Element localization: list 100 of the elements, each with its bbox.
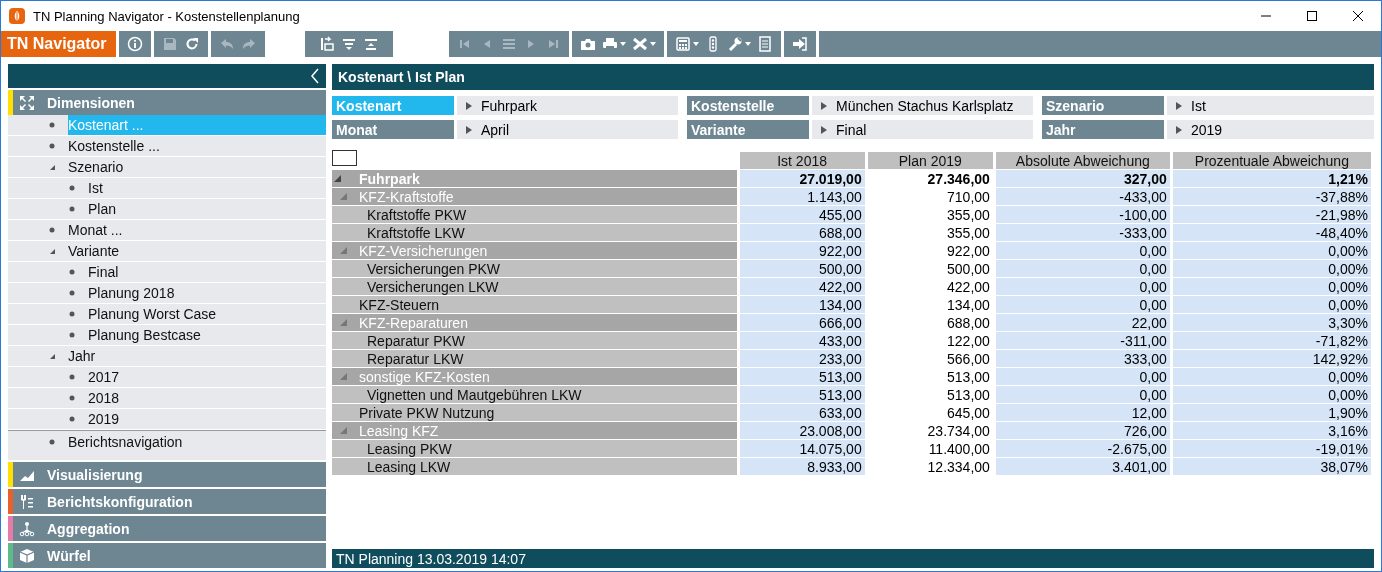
info-icon [126, 36, 143, 52]
row-header[interactable]: Private PKW Nutzung [332, 404, 737, 421]
table-cell: -311,00 [995, 332, 1170, 349]
row-header[interactable]: Leasing LKW [332, 458, 737, 475]
column-header[interactable]: Prozentuale Abweichung [1172, 152, 1371, 169]
document-icon [756, 36, 773, 52]
row-header[interactable]: Vignetten und Mautgebühren LKW [332, 386, 737, 403]
status-bar: TN Planning 13.03.2019 14:07 [332, 549, 1374, 568]
expanded-triangle-icon[interactable] [48, 352, 56, 360]
section-header[interactable]: Dimensionen [8, 90, 326, 115]
filter-label[interactable]: Variante [687, 120, 809, 139]
tree-item[interactable]: 2018 [88, 388, 326, 408]
table-cell: 726,00 [995, 422, 1170, 439]
bullet-icon [48, 142, 56, 150]
expanded-triangle-icon[interactable] [48, 247, 56, 255]
table-cell: 22,00 [995, 314, 1170, 331]
maximize-icon[interactable] [1306, 10, 1318, 22]
tree-item[interactable]: Kostenstelle ... [68, 136, 326, 156]
table-cell: -433,00 [995, 188, 1170, 205]
exit-icon [791, 36, 808, 52]
table-cell: 0,00% [1172, 296, 1371, 313]
wrench-button[interactable] [726, 35, 751, 53]
tree-item[interactable]: Ist [88, 178, 326, 198]
section-header[interactable]: Berichtskonfiguration [8, 489, 326, 514]
row-header[interactable]: Leasing PKW [332, 440, 737, 457]
column-header[interactable]: Ist 2018 [739, 152, 865, 169]
tree-item[interactable]: Planung 2018 [88, 283, 326, 303]
filter-value[interactable]: 2019 [1167, 120, 1374, 139]
table-cell: 922,00 [739, 242, 865, 259]
table-cell: -21,98% [1172, 206, 1371, 223]
filter-value[interactable]: Fuhrpark [457, 96, 678, 115]
tree-item[interactable]: Variante [68, 241, 326, 261]
table-cell: 422,00 [739, 278, 865, 295]
column-header[interactable]: Absolute Abweichung [995, 152, 1170, 169]
column-header[interactable]: Plan 2019 [867, 152, 993, 169]
bullet-icon [68, 310, 76, 318]
bullet-icon [68, 289, 76, 297]
row-header[interactable]: Kraftstoffe LKW [332, 224, 737, 241]
bullet-icon [68, 205, 76, 213]
table-cell: 0,00 [995, 386, 1170, 403]
tree-item[interactable]: 2017 [88, 367, 326, 387]
table-cell: -19,01% [1172, 440, 1371, 457]
triangle-icon [466, 100, 472, 111]
filter-value[interactable]: Ist [1167, 96, 1374, 115]
table-cell: 455,00 [739, 206, 865, 223]
tree-item[interactable]: Plan [88, 199, 326, 219]
filter-value[interactable]: München Stachus Karlsplatz [812, 96, 1033, 115]
filter-value[interactable]: April [457, 120, 678, 139]
filter-label[interactable]: Kostenstelle [687, 96, 809, 115]
row-header[interactable]: Kraftstoffe PKW [332, 206, 737, 223]
section-header[interactable]: Aggregation [8, 516, 326, 541]
collapse-icon [340, 36, 357, 52]
tree-item[interactable]: Szenario [68, 157, 326, 177]
app-brand: TN Navigator [1, 31, 116, 57]
sort-icon [318, 36, 335, 52]
filter-label[interactable]: Szenario [1042, 96, 1164, 115]
sort-button[interactable] [318, 35, 335, 53]
table-cell: 513,00 [739, 386, 865, 403]
table-cell: 3.401,00 [995, 458, 1170, 475]
row-header[interactable]: Versicherungen LKW [332, 278, 737, 295]
expanded-triangle-icon[interactable] [334, 175, 341, 182]
close-icon[interactable] [1352, 10, 1364, 22]
calculator-button[interactable] [674, 35, 699, 53]
document-button[interactable] [756, 35, 773, 53]
table-cell: 1.143,00 [739, 188, 865, 205]
tree-item[interactable]: Jahr [68, 346, 326, 366]
tree-item[interactable]: Planung Bestcase [88, 325, 326, 345]
triangle-icon [466, 124, 472, 135]
collapse-icon[interactable] [310, 68, 320, 84]
bullet-icon [48, 121, 56, 129]
info-button[interactable] [126, 35, 143, 53]
row-header[interactable]: KFZ-Steuern [332, 296, 737, 313]
table-cell: 0,00 [995, 278, 1170, 295]
corner-box[interactable] [332, 150, 357, 166]
triangle-icon [821, 124, 827, 135]
table-cell: 1,90% [1172, 404, 1371, 421]
save-icon [161, 36, 178, 52]
exit-button[interactable] [791, 35, 808, 53]
row-header[interactable]: Versicherungen PKW [332, 260, 737, 277]
expanded-triangle-icon[interactable] [48, 163, 56, 171]
row-header[interactable]: Reparatur PKW [332, 332, 737, 349]
tree-item[interactable]: Berichtsnavigation [68, 431, 326, 453]
caret-icon [692, 42, 699, 46]
filter-label[interactable]: Jahr [1042, 120, 1164, 139]
tree-item[interactable]: Monat ... [68, 220, 326, 240]
tree-item[interactable]: 2019 [88, 409, 326, 429]
filter-value[interactable]: Final [812, 120, 1033, 139]
bullet-icon [68, 331, 76, 339]
tree-item[interactable]: Final [88, 262, 326, 282]
table-cell: 134,00 [739, 296, 865, 313]
section-header[interactable]: Visualisierung [8, 462, 326, 487]
row-header[interactable]: Reparatur LKW [332, 350, 737, 367]
filter-label[interactable]: Monat [332, 120, 454, 139]
table-cell: 38,07% [1172, 458, 1371, 475]
tree-item[interactable]: Planung Worst Case [88, 304, 326, 324]
table-cell: -333,00 [995, 224, 1170, 241]
table-cell: 23.008,00 [739, 422, 865, 439]
table-cell: 0,00% [1172, 386, 1371, 403]
section-header[interactable]: Würfel [8, 543, 326, 568]
expand-arrows-icon [19, 94, 35, 111]
